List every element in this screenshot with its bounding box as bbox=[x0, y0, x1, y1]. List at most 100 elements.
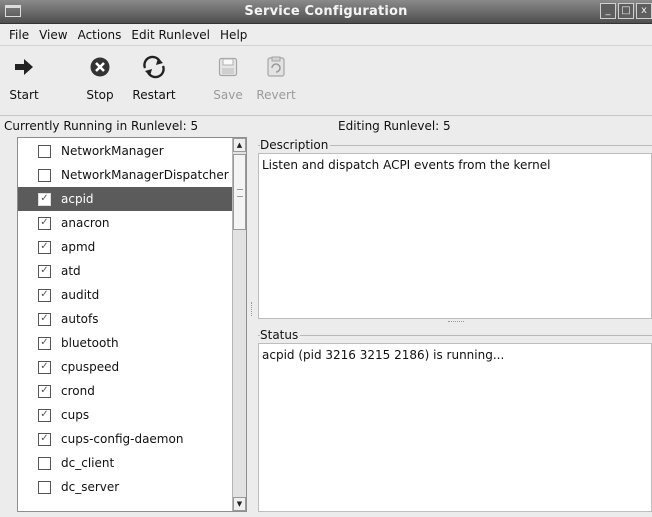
service-row[interactable]: ✓ atd bbox=[18, 259, 232, 283]
service-name: crond bbox=[61, 384, 95, 398]
service-name: acpid bbox=[61, 192, 94, 206]
service-name: apmd bbox=[61, 240, 96, 254]
restart-arrows-icon bbox=[126, 52, 182, 82]
checkmark-icon: ✓ bbox=[40, 409, 49, 420]
service-checkbox[interactable] bbox=[38, 456, 51, 470]
service-name: anacron bbox=[61, 216, 110, 230]
menu-help[interactable]: Help bbox=[215, 28, 252, 42]
service-checkbox[interactable] bbox=[38, 168, 51, 182]
service-name: NetworkManagerDispatcher bbox=[61, 168, 229, 182]
service-checkbox[interactable]: ✓ bbox=[38, 336, 51, 350]
window-title: Service Configuration bbox=[244, 4, 408, 19]
stop-label: Stop bbox=[86, 88, 114, 102]
current-runlevel: Currently Running in Runlevel: 5 bbox=[4, 119, 199, 133]
revert-button[interactable]: Revert bbox=[256, 52, 296, 102]
service-checkbox[interactable]: ✓ bbox=[38, 264, 51, 278]
service-checkbox[interactable]: ✓ bbox=[38, 240, 51, 254]
service-name: atd bbox=[61, 264, 81, 278]
scroll-down-icon[interactable]: ▼ bbox=[233, 497, 246, 511]
service-checkbox[interactable]: ✓ bbox=[38, 216, 51, 230]
service-name: cups-config-daemon bbox=[61, 432, 184, 446]
floppy-disk-icon bbox=[208, 52, 248, 82]
service-row[interactable]: dc_server bbox=[18, 475, 232, 499]
runlevel-bar: Currently Running in Runlevel: 5 Editing… bbox=[0, 116, 652, 136]
service-row[interactable]: ✓ auditd bbox=[18, 283, 232, 307]
service-row[interactable]: ✓ cpuspeed bbox=[18, 355, 232, 379]
checkmark-icon: ✓ bbox=[40, 337, 49, 348]
status-text: acpid (pid 3216 3215 2186) is running... bbox=[262, 348, 505, 362]
restart-button[interactable]: Restart bbox=[126, 52, 182, 102]
status-panel: acpid (pid 3216 3215 2186) is running... bbox=[258, 343, 652, 512]
status-frame-line bbox=[258, 335, 652, 336]
save-label: Save bbox=[213, 88, 243, 102]
service-name: NetworkManager bbox=[61, 144, 164, 158]
service-checkbox[interactable] bbox=[38, 480, 51, 494]
checkmark-icon: ✓ bbox=[40, 289, 49, 300]
checkmark-icon: ✓ bbox=[40, 433, 49, 444]
service-row[interactable]: ✓ bluetooth bbox=[18, 331, 232, 355]
editing-runlevel: Editing Runlevel: 5 bbox=[338, 119, 451, 133]
checkmark-icon: ✓ bbox=[40, 361, 49, 372]
service-row[interactable]: ✓ cups-config-daemon bbox=[18, 427, 232, 451]
description-text: Listen and dispatch ACPI events from the… bbox=[262, 158, 551, 172]
restart-label: Restart bbox=[132, 88, 176, 102]
service-name: cups bbox=[61, 408, 90, 422]
stop-button[interactable]: Stop bbox=[80, 52, 120, 102]
service-checkbox[interactable]: ✓ bbox=[38, 192, 51, 206]
service-name: auditd bbox=[61, 288, 100, 302]
menu-actions[interactable]: Actions bbox=[73, 28, 127, 42]
service-name: dc_client bbox=[61, 456, 115, 470]
scroll-grip-icon bbox=[237, 189, 243, 197]
service-row[interactable]: dc_client bbox=[18, 451, 232, 475]
service-name: dc_server bbox=[61, 480, 120, 494]
hsplitter-grip-icon bbox=[448, 321, 464, 324]
horizontal-pane-splitter[interactable] bbox=[258, 319, 652, 325]
toolbar: Start Stop Restart Save Revert bbox=[0, 46, 652, 116]
service-name: cpuspeed bbox=[61, 360, 120, 374]
splitter-grip-icon bbox=[251, 302, 254, 316]
revert-label: Revert bbox=[256, 88, 296, 102]
vertical-pane-splitter[interactable] bbox=[250, 137, 256, 512]
close-button[interactable]: x bbox=[636, 3, 652, 19]
checkmark-icon: ✓ bbox=[40, 193, 49, 204]
minimize-button[interactable]: _ bbox=[600, 3, 616, 19]
maximize-button[interactable]: □ bbox=[618, 3, 634, 19]
service-row[interactable]: NetworkManagerDispatcher bbox=[18, 163, 232, 187]
service-row[interactable]: ✓ acpid bbox=[18, 187, 232, 211]
status-label: Status bbox=[260, 328, 301, 342]
service-row[interactable]: ✓ cups bbox=[18, 403, 232, 427]
service-checkbox[interactable]: ✓ bbox=[38, 312, 51, 326]
menu-file[interactable]: File bbox=[4, 28, 34, 42]
scroll-thumb[interactable] bbox=[233, 154, 246, 230]
service-checkbox[interactable]: ✓ bbox=[38, 384, 51, 398]
menu-bar: File View Actions Edit Runlevel Help bbox=[0, 24, 652, 46]
checkmark-icon: ✓ bbox=[40, 265, 49, 276]
service-row[interactable]: ✓ crond bbox=[18, 379, 232, 403]
service-checkbox[interactable]: ✓ bbox=[38, 360, 51, 374]
menu-view[interactable]: View bbox=[34, 28, 72, 42]
service-list: NetworkManager NetworkManagerDispatcher ✓ a… bbox=[17, 137, 247, 512]
service-checkbox[interactable]: ✓ bbox=[38, 432, 51, 446]
service-name: bluetooth bbox=[61, 336, 119, 350]
stop-circle-icon bbox=[80, 52, 120, 82]
service-checkbox[interactable]: ✓ bbox=[38, 408, 51, 422]
service-name: autofs bbox=[61, 312, 99, 326]
checkmark-icon: ✓ bbox=[40, 385, 49, 396]
revert-icon bbox=[256, 52, 296, 82]
service-checkbox[interactable]: ✓ bbox=[38, 288, 51, 302]
service-row[interactable]: ✓ apmd bbox=[18, 235, 232, 259]
save-button[interactable]: Save bbox=[208, 52, 248, 102]
start-button[interactable]: Start bbox=[6, 52, 42, 102]
service-row[interactable]: NetworkManager bbox=[18, 139, 232, 163]
arrow-right-icon bbox=[6, 52, 42, 82]
service-row[interactable]: ✓ anacron bbox=[18, 211, 232, 235]
description-label: Description bbox=[260, 138, 331, 152]
checkmark-icon: ✓ bbox=[40, 313, 49, 324]
list-scrollbar[interactable]: ▲ ▼ bbox=[232, 138, 246, 511]
scroll-up-icon[interactable]: ▲ bbox=[233, 138, 246, 152]
checkmark-icon: ✓ bbox=[40, 241, 49, 252]
description-panel: Listen and dispatch ACPI events from the… bbox=[258, 153, 652, 319]
service-row[interactable]: ✓ autofs bbox=[18, 307, 232, 331]
service-checkbox[interactable] bbox=[38, 144, 51, 158]
menu-edit-runlevel[interactable]: Edit Runlevel bbox=[126, 28, 215, 42]
